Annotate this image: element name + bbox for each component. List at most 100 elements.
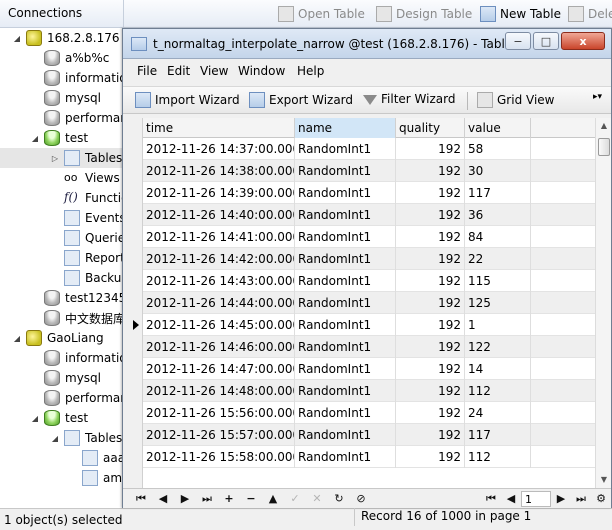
tree-item-reports[interactable]: Reports bbox=[64, 248, 124, 268]
cell-name[interactable]: RandomInt1 bbox=[295, 226, 396, 248]
cell-value[interactable]: 112 bbox=[465, 380, 531, 402]
table-row[interactable]: 2012-11-26 14:44:00.000 RandomInt1 192 125 bbox=[143, 292, 595, 314]
cell-name[interactable]: RandomInt1 bbox=[295, 292, 396, 314]
tree-item-database[interactable]: performance_schema bbox=[44, 388, 124, 408]
cell-value[interactable]: 1 bbox=[465, 314, 531, 336]
column-header-quality[interactable]: quality bbox=[396, 118, 465, 138]
cell-time[interactable]: 2012-11-26 14:41:00.000 bbox=[143, 226, 295, 248]
filter-wizard-button[interactable]: Filter Wizard bbox=[363, 92, 455, 106]
collapse-icon[interactable]: ◢ bbox=[30, 134, 40, 143]
refresh-icon[interactable]: ↻ bbox=[331, 491, 347, 507]
tree-item-database-test[interactable]: ◢ test bbox=[30, 128, 88, 148]
new-table-button[interactable]: New Table bbox=[480, 5, 561, 23]
window-titlebar[interactable]: t_normaltag_interpolate_narrow @test (16… bbox=[123, 29, 611, 59]
cell-name[interactable]: RandomInt1 bbox=[295, 424, 396, 446]
table-row[interactable]: 2012-11-26 14:42:00.000 RandomInt1 192 22 bbox=[143, 248, 595, 270]
menu-help[interactable]: Help bbox=[297, 64, 324, 78]
table-row[interactable]: 2012-11-26 14:46:00.000 RandomInt1 192 122 bbox=[143, 336, 595, 358]
menu-window[interactable]: Window bbox=[238, 64, 285, 78]
table-row[interactable]: 2012-11-26 14:40:00.000 RandomInt1 192 36 bbox=[143, 204, 595, 226]
cell-name[interactable]: RandomInt1 bbox=[295, 204, 396, 226]
last-record-icon[interactable]: ⏭ bbox=[199, 491, 215, 507]
cell-value[interactable]: 115 bbox=[465, 270, 531, 292]
cell-name[interactable]: RandomInt1 bbox=[295, 182, 396, 204]
cell-name[interactable]: RandomInt1 bbox=[295, 380, 396, 402]
menu-view[interactable]: View bbox=[200, 64, 228, 78]
last-page-icon[interactable]: ⏭ bbox=[573, 491, 589, 507]
cell-time[interactable]: 2012-11-26 14:45:00.000 bbox=[143, 314, 295, 336]
cell-time[interactable]: 2012-11-26 15:57:00.000 bbox=[143, 424, 295, 446]
tree-item-events[interactable]: Events bbox=[64, 208, 124, 228]
cell-name[interactable]: RandomInt1 bbox=[295, 446, 396, 468]
tree-item-functions[interactable]: f() Functions bbox=[64, 188, 124, 208]
table-row[interactable]: 2012-11-26 15:58:00.000 RandomInt1 192 112 bbox=[143, 446, 595, 468]
menu-edit[interactable]: Edit bbox=[167, 64, 190, 78]
collapse-icon[interactable]: ◢ bbox=[50, 434, 60, 443]
toolbar-overflow-icon[interactable]: ▸▾ bbox=[593, 92, 602, 102]
cell-value[interactable]: 36 bbox=[465, 204, 531, 226]
tree-item-database[interactable]: mysql bbox=[44, 368, 101, 388]
cell-name[interactable]: RandomInt1 bbox=[295, 270, 396, 292]
cell-value[interactable]: 84 bbox=[465, 226, 531, 248]
tree-item-database[interactable]: performance_schema bbox=[44, 108, 124, 128]
cell-name[interactable]: RandomInt1 bbox=[295, 248, 396, 270]
grid-view-button[interactable]: Grid View bbox=[477, 92, 554, 108]
cell-time[interactable]: 2012-11-26 14:37:00.000 bbox=[143, 138, 295, 160]
tree-item-table[interactable]: am bbox=[82, 468, 122, 488]
scroll-thumb[interactable] bbox=[598, 138, 610, 156]
cell-time[interactable]: 2012-11-26 14:48:00.000 bbox=[143, 380, 295, 402]
tree-item-views[interactable]: oo Views bbox=[64, 168, 120, 188]
export-wizard-button[interactable]: Export Wizard bbox=[249, 92, 353, 108]
tree-item-database[interactable]: 中文数据库 bbox=[44, 308, 124, 328]
stop-icon[interactable]: ⊘ bbox=[353, 491, 369, 507]
table-row[interactable]: 2012-11-26 14:38:00.000 RandomInt1 192 30 bbox=[143, 160, 595, 182]
tree-item-connection[interactable]: ◢ 168.2.8.176 bbox=[12, 28, 120, 48]
tree-item-database[interactable]: information_schema bbox=[44, 348, 124, 368]
tree-item-tables[interactable]: ▷ Tables bbox=[0, 148, 124, 168]
settings-icon[interactable]: ⚙ bbox=[593, 491, 609, 507]
next-record-icon[interactable]: ▶ bbox=[177, 491, 193, 507]
scroll-down-icon[interactable]: ▼ bbox=[596, 472, 612, 488]
cell-quality[interactable]: 192 bbox=[396, 292, 465, 314]
cell-name[interactable]: RandomInt1 bbox=[295, 314, 396, 336]
cell-quality[interactable]: 192 bbox=[396, 424, 465, 446]
cell-value[interactable]: 112 bbox=[465, 446, 531, 468]
table-row[interactable]: 2012-11-26 15:56:00.000 RandomInt1 192 24 bbox=[143, 402, 595, 424]
table-row[interactable]: 2012-11-26 15:57:00.000 RandomInt1 192 117 bbox=[143, 424, 595, 446]
cell-time[interactable]: 2012-11-26 14:39:00.000 bbox=[143, 182, 295, 204]
scroll-up-icon[interactable]: ▲ bbox=[596, 118, 612, 134]
tree-item-database[interactable]: a%b%c bbox=[44, 48, 109, 68]
column-header-time[interactable]: time bbox=[143, 118, 295, 138]
cell-quality[interactable]: 192 bbox=[396, 380, 465, 402]
cell-quality[interactable]: 192 bbox=[396, 402, 465, 424]
cell-time[interactable]: 2012-11-26 14:46:00.000 bbox=[143, 336, 295, 358]
cell-time[interactable]: 2012-11-26 14:42:00.000 bbox=[143, 248, 295, 270]
cell-quality[interactable]: 192 bbox=[396, 358, 465, 380]
cell-quality[interactable]: 192 bbox=[396, 204, 465, 226]
column-header-value[interactable]: value bbox=[465, 118, 531, 138]
tree-item-connection[interactable]: ◢ GaoLiang bbox=[12, 328, 104, 348]
tree-item-queries[interactable]: Queries bbox=[64, 228, 124, 248]
collapse-icon[interactable]: ◢ bbox=[30, 414, 40, 423]
design-table-button[interactable]: Design Table bbox=[376, 5, 472, 23]
cell-time[interactable]: 2012-11-26 14:43:00.000 bbox=[143, 270, 295, 292]
import-wizard-button[interactable]: Import Wizard bbox=[135, 92, 240, 108]
collapse-icon[interactable]: ◢ bbox=[12, 334, 22, 343]
cell-time[interactable]: 2012-11-26 14:47:00.000 bbox=[143, 358, 295, 380]
cell-name[interactable]: RandomInt1 bbox=[295, 160, 396, 182]
cell-value[interactable]: 22 bbox=[465, 248, 531, 270]
tree-item-database-test[interactable]: ◢ test bbox=[30, 408, 88, 428]
cell-time[interactable]: 2012-11-26 14:44:00.000 bbox=[143, 292, 295, 314]
tree-item-database[interactable]: test12345 bbox=[44, 288, 124, 308]
prev-page-icon[interactable]: ◀ bbox=[503, 491, 519, 507]
vertical-scrollbar[interactable]: ▲ ▼ bbox=[595, 118, 611, 488]
cell-quality[interactable]: 192 bbox=[396, 248, 465, 270]
table-row[interactable]: 2012-11-26 14:47:00.000 RandomInt1 192 14 bbox=[143, 358, 595, 380]
table-row[interactable]: 2012-11-26 14:43:00.000 RandomInt1 192 115 bbox=[143, 270, 595, 292]
cell-time[interactable]: 2012-11-26 15:58:00.000 bbox=[143, 446, 295, 468]
maximize-button[interactable]: □ bbox=[533, 32, 559, 50]
cell-value[interactable]: 122 bbox=[465, 336, 531, 358]
cell-quality[interactable]: 192 bbox=[396, 314, 465, 336]
cell-name[interactable]: RandomInt1 bbox=[295, 402, 396, 424]
cell-quality[interactable]: 192 bbox=[396, 226, 465, 248]
